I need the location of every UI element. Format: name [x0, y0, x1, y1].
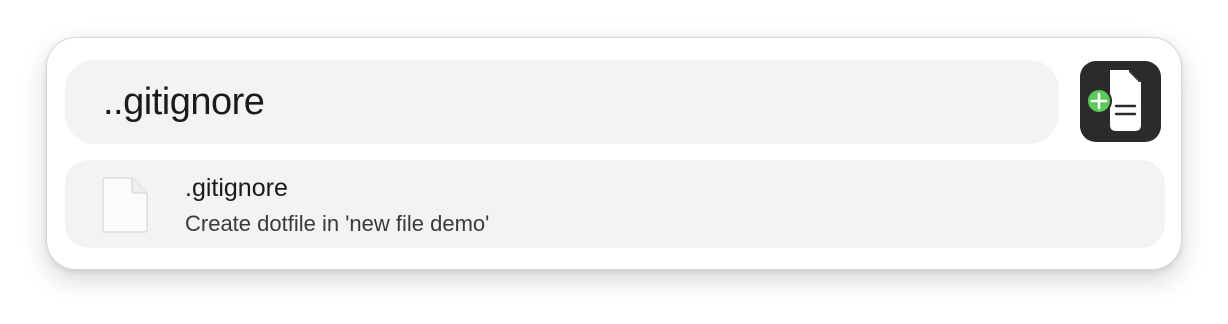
- search-field[interactable]: [65, 60, 1059, 144]
- result-subtitle: Create dotfile in 'new file demo': [185, 211, 490, 236]
- new-file-app-icon: [1080, 61, 1161, 142]
- result-title: .gitignore: [185, 174, 288, 202]
- new-file-icon: [1086, 70, 1141, 131]
- document-icon: [102, 177, 148, 233]
- search-input[interactable]: [103, 76, 1033, 128]
- result-item[interactable]: .gitignore Create dotfile in 'new file d…: [65, 160, 1165, 248]
- launcher-panel: .gitignore Create dotfile in 'new file d…: [46, 37, 1182, 270]
